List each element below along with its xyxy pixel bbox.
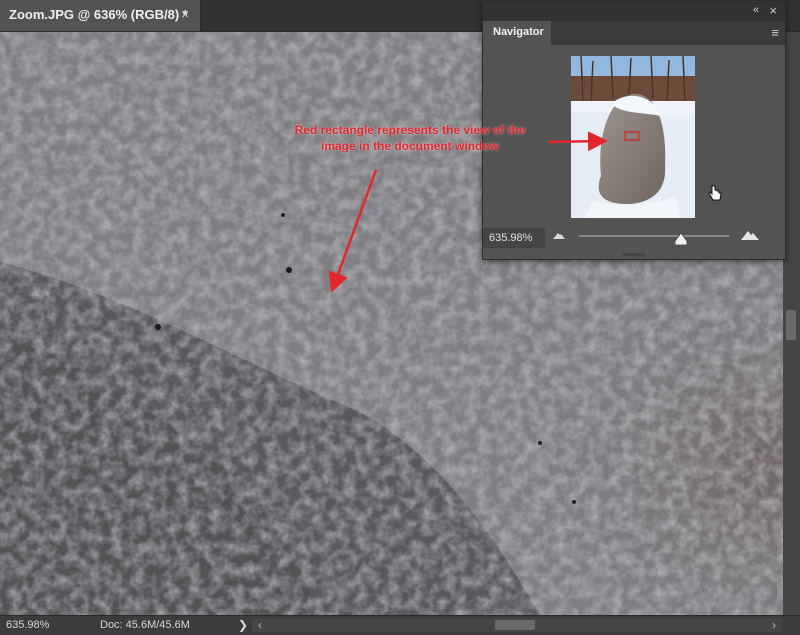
status-info-arrow-icon[interactable]: ❯ (238, 618, 248, 632)
navigator-zoom-controls: 635.98% (483, 225, 785, 251)
panel-menu-icon[interactable]: ≡ (771, 25, 779, 40)
tab-navigator[interactable]: Navigator (483, 21, 551, 45)
navigator-zoom-field[interactable]: 635.98% (483, 228, 545, 248)
close-tab-icon[interactable]: × (181, 6, 189, 22)
document-tab[interactable]: Zoom.JPG @ 636% (RGB/8) * × (0, 0, 201, 31)
collapse-panel-icon[interactable]: « (753, 4, 759, 16)
status-bar: 635.98% Doc: 45.6M/45.6M ❯ ‹ › (0, 615, 800, 635)
status-doc-info: Doc: 45.6M/45.6M (100, 619, 190, 631)
panel-resize-grip[interactable] (623, 253, 645, 256)
vertical-scroll-thumb[interactable] (786, 310, 796, 340)
navigator-tab-label: Navigator (493, 26, 544, 38)
zoom-in-mountain-icon[interactable] (741, 229, 759, 241)
zoom-out-mountain-icon[interactable] (553, 230, 565, 240)
navigator-zoom-value: 635.98% (489, 232, 533, 244)
navigator-thumbnail[interactable] (571, 56, 695, 218)
navigator-tab-row: Navigator ≡ (483, 21, 785, 45)
hand-cursor-icon (708, 185, 722, 201)
zoom-slider-handle[interactable] (675, 233, 687, 245)
status-zoom-level[interactable]: 635.98% (6, 619, 49, 631)
horizontal-scrollbar[interactable]: ‹ › (252, 618, 782, 632)
document-tab-title: Zoom.JPG @ 636% (RGB/8) * (9, 7, 188, 22)
close-panel-icon[interactable]: × (769, 3, 777, 18)
scroll-right-icon[interactable]: › (772, 618, 776, 632)
zoom-slider-track[interactable] (579, 235, 729, 237)
annotation-text: Red rectangle represents the view of the… (294, 123, 526, 153)
navigator-title-strip[interactable]: « × (483, 1, 785, 21)
scroll-left-icon[interactable]: ‹ (258, 618, 262, 632)
horizontal-scroll-thumb[interactable] (495, 620, 535, 630)
